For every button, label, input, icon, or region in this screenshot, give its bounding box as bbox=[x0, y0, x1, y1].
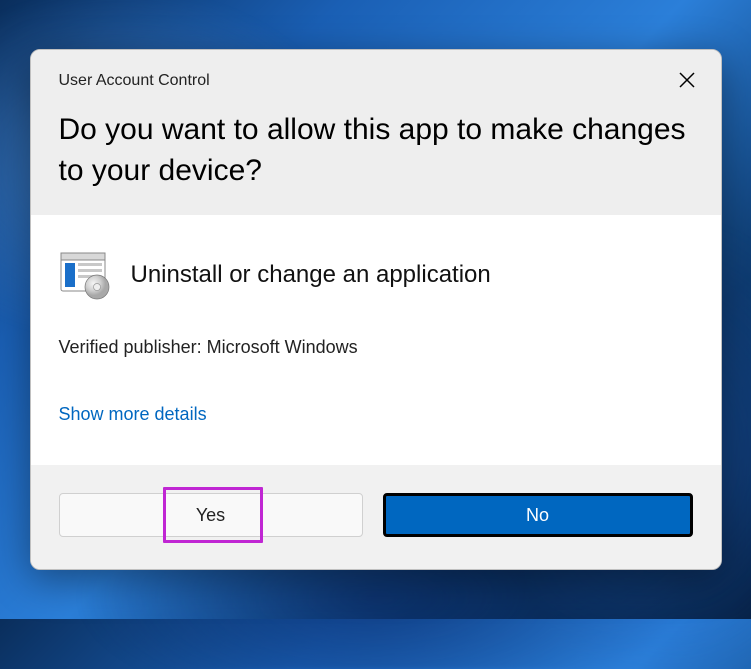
close-icon bbox=[679, 72, 695, 88]
uac-dialog: User Account Control Do you want to allo… bbox=[30, 49, 722, 570]
app-name: Uninstall or change an application bbox=[131, 261, 491, 289]
close-button[interactable] bbox=[671, 64, 703, 96]
dialog-footer: Yes No bbox=[31, 465, 721, 569]
yes-button[interactable]: Yes bbox=[59, 493, 363, 537]
dialog-title: User Account Control bbox=[59, 72, 693, 90]
dialog-heading: Do you want to allow this app to make ch… bbox=[59, 110, 693, 191]
app-row: Uninstall or change an application bbox=[59, 249, 693, 301]
dialog-header: User Account Control Do you want to allo… bbox=[31, 50, 721, 215]
show-more-details-link[interactable]: Show more details bbox=[59, 404, 207, 425]
no-button[interactable]: No bbox=[383, 493, 693, 537]
publisher-text: Verified publisher: Microsoft Windows bbox=[59, 337, 693, 358]
programs-features-icon bbox=[59, 249, 111, 301]
dialog-body: Uninstall or change an application Verif… bbox=[31, 215, 721, 465]
